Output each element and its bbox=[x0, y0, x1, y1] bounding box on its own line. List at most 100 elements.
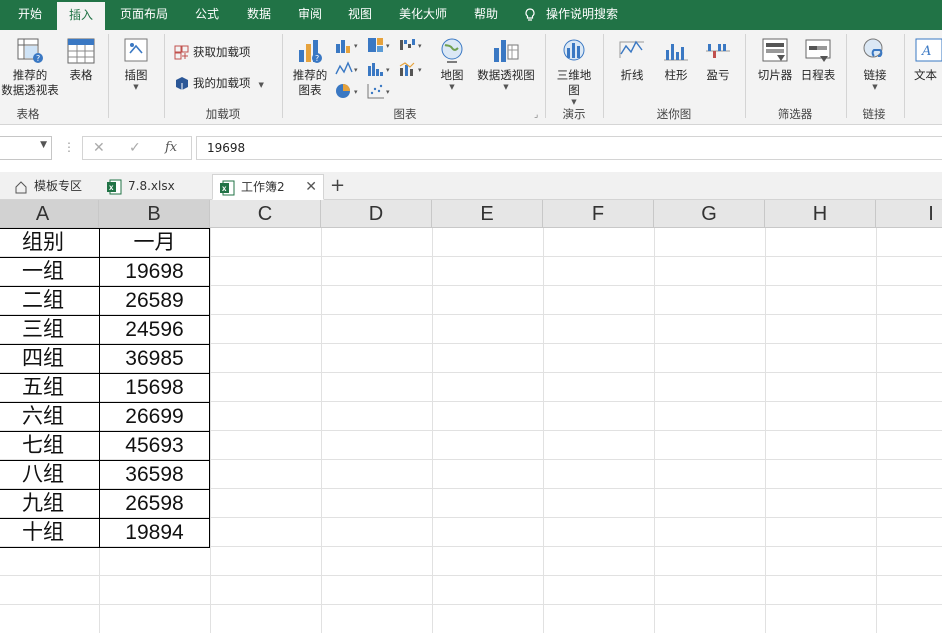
recommended-pivottables-label-1: 推荐的 bbox=[12, 68, 48, 82]
cell-january-value[interactable]: 15698 bbox=[99, 373, 210, 402]
column-header-f[interactable]: F bbox=[543, 200, 654, 228]
svg-text:▾: ▾ bbox=[386, 42, 390, 50]
3d-map-icon bbox=[563, 39, 585, 61]
link-button[interactable]: 链接 ▼ bbox=[855, 36, 895, 91]
3d-map-button[interactable]: 三维地 图 ▼ bbox=[552, 36, 596, 106]
tab-view[interactable]: 视图 bbox=[338, 0, 382, 30]
sparkline-column-icon bbox=[664, 44, 688, 61]
tab-beautify-master[interactable]: 美化大师 bbox=[390, 0, 456, 30]
table-button[interactable]: 表格 bbox=[62, 36, 100, 83]
statistic-chart-dropdown[interactable]: ▾ bbox=[366, 60, 394, 78]
cell-january-value[interactable]: 24596 bbox=[99, 315, 210, 344]
my-addins-button[interactable]: 我的加载项 ▼ bbox=[174, 75, 264, 91]
cell-january-value[interactable]: 26699 bbox=[99, 402, 210, 431]
waterfall-chart-dropdown[interactable]: ▾ bbox=[398, 36, 426, 54]
doc-tab-file-7-8[interactable]: x 7.8.xlsx bbox=[106, 174, 175, 200]
cell-group-name[interactable]: 八组 bbox=[0, 460, 96, 489]
column-header-g[interactable]: G bbox=[654, 200, 765, 228]
cell-group-name[interactable]: 四组 bbox=[0, 344, 96, 373]
cell-group-name[interactable]: 九组 bbox=[0, 489, 96, 518]
grid-row-line bbox=[0, 575, 942, 576]
tell-me-search[interactable]: 操作说明搜索 bbox=[524, 0, 618, 30]
cell-january-value[interactable]: 36985 bbox=[99, 344, 210, 373]
doc-tab-templates[interactable]: 模板专区 bbox=[14, 174, 82, 200]
tab-home[interactable]: 开始 bbox=[6, 0, 54, 30]
recommended-charts-label-1: 推荐的 bbox=[292, 68, 328, 82]
column-header-b[interactable]: B bbox=[99, 200, 210, 228]
sparkline-column-button[interactable]: 柱形 bbox=[656, 36, 696, 83]
svg-text:▾: ▾ bbox=[354, 42, 358, 50]
recommended-pivottables-button[interactable]: ? 推荐的 数据透视表 bbox=[0, 36, 60, 98]
get-addins-button[interactable]: 获取加载项 bbox=[174, 44, 251, 60]
cell-january-value[interactable]: 19698 bbox=[99, 257, 210, 286]
svg-text:?: ? bbox=[36, 54, 40, 63]
group-label-filters: 筛选器 bbox=[777, 107, 813, 121]
cell-group-name[interactable]: 二组 bbox=[0, 286, 96, 315]
cell-january-value[interactable]: 26589 bbox=[99, 286, 210, 315]
tab-data[interactable]: 数据 bbox=[236, 0, 282, 30]
sparkline-winloss-button[interactable]: 盈亏 bbox=[698, 36, 738, 83]
pie-chart-dropdown[interactable]: ▾ bbox=[334, 82, 362, 100]
column-chart-dropdown[interactable]: ▾ bbox=[334, 36, 362, 54]
timeline-button[interactable]: 日程表 bbox=[797, 36, 839, 83]
cell-january-value[interactable]: 26598 bbox=[99, 489, 210, 518]
tab-insert[interactable]: 插入 bbox=[57, 2, 105, 30]
cell-group-name[interactable]: 一组 bbox=[0, 257, 96, 286]
plus-icon: + bbox=[330, 175, 346, 196]
sparkline-winloss-label: 盈亏 bbox=[706, 68, 730, 82]
group-separator bbox=[846, 34, 847, 118]
sparkline-winloss-icon bbox=[706, 44, 730, 58]
column-header-h[interactable]: H bbox=[765, 200, 876, 228]
name-box[interactable]: ▼ bbox=[0, 136, 52, 160]
recommended-charts-button[interactable]: ? 推荐的 图表 bbox=[290, 36, 330, 98]
line-chart-dropdown[interactable]: ▾ bbox=[334, 60, 362, 78]
header-cell-group[interactable]: 组别 bbox=[0, 228, 96, 257]
cell-group-name[interactable]: 三组 bbox=[0, 315, 96, 344]
combo-chart-icon: ▾ bbox=[399, 62, 422, 76]
recommended-pivottable-icon: ? bbox=[17, 38, 43, 63]
cell-group-name[interactable]: 十组 bbox=[0, 518, 96, 547]
header-cell-january[interactable]: 一月 bbox=[99, 228, 210, 257]
column-header-a[interactable]: A bbox=[0, 200, 99, 228]
table-label: 表格 bbox=[69, 68, 93, 82]
column-header-i[interactable]: I bbox=[876, 200, 942, 228]
slicer-icon bbox=[762, 38, 788, 62]
combo-chart-dropdown[interactable]: ▾ bbox=[398, 60, 426, 78]
tell-me-label: 操作说明搜索 bbox=[546, 7, 619, 21]
column-header-e[interactable]: E bbox=[432, 200, 543, 228]
hierarchy-chart-dropdown[interactable]: ▾ bbox=[366, 36, 394, 54]
cancel-icon[interactable]: ✕ bbox=[93, 140, 105, 156]
chevron-down-icon: ▼ bbox=[258, 81, 264, 89]
maps-button[interactable]: 地图 ▼ bbox=[434, 36, 470, 91]
tab-review[interactable]: 审阅 bbox=[288, 0, 332, 30]
close-icon[interactable]: ✕ bbox=[305, 175, 317, 199]
tab-help[interactable]: 帮助 bbox=[464, 0, 508, 30]
enter-icon[interactable]: ✓ bbox=[129, 140, 141, 156]
scatter-chart-dropdown[interactable]: ▾ bbox=[366, 82, 394, 100]
illustrations-button[interactable]: 插图 ▼ bbox=[116, 36, 156, 91]
formula-input[interactable]: 19698 bbox=[196, 136, 942, 160]
worksheet-grid[interactable]: A B C D E F G H I 组别 一月 一组 19698 二组 26589 三组 24… bbox=[0, 200, 942, 633]
my-addins-icon bbox=[176, 77, 188, 90]
text-button[interactable]: A 文本 bbox=[914, 36, 942, 83]
cell-group-name[interactable]: 七组 bbox=[0, 431, 96, 460]
slicer-button[interactable]: 切片器 bbox=[754, 36, 796, 83]
insert-function-icon[interactable]: fx bbox=[165, 140, 177, 155]
doc-tab-workbook2[interactable]: x 工作簿2 ✕ bbox=[212, 174, 324, 200]
column-header-d[interactable]: D bbox=[321, 200, 432, 228]
cell-group-name[interactable]: 五组 bbox=[0, 373, 96, 402]
chevron-down-icon: ▼ bbox=[571, 98, 577, 106]
new-tab-button[interactable]: + bbox=[330, 174, 345, 200]
cell-january-value[interactable]: 36598 bbox=[99, 460, 210, 489]
column-header-c[interactable]: C bbox=[210, 200, 321, 228]
cell-january-value[interactable]: 19894 bbox=[99, 518, 210, 547]
more-options-icon[interactable]: ⋮ bbox=[63, 140, 75, 154]
dialog-launcher-icon[interactable]: ⌟ bbox=[534, 110, 538, 120]
tab-formulas[interactable]: 公式 bbox=[184, 0, 230, 30]
cell-january-value[interactable]: 45693 bbox=[99, 431, 210, 460]
tab-page-layout[interactable]: 页面布局 bbox=[110, 0, 178, 30]
pivotchart-button[interactable]: 数据透视图 ▼ bbox=[474, 36, 538, 91]
cell-group-name[interactable]: 六组 bbox=[0, 402, 96, 431]
sparkline-line-button[interactable]: 折线 bbox=[612, 36, 652, 83]
group-separator bbox=[108, 34, 109, 118]
